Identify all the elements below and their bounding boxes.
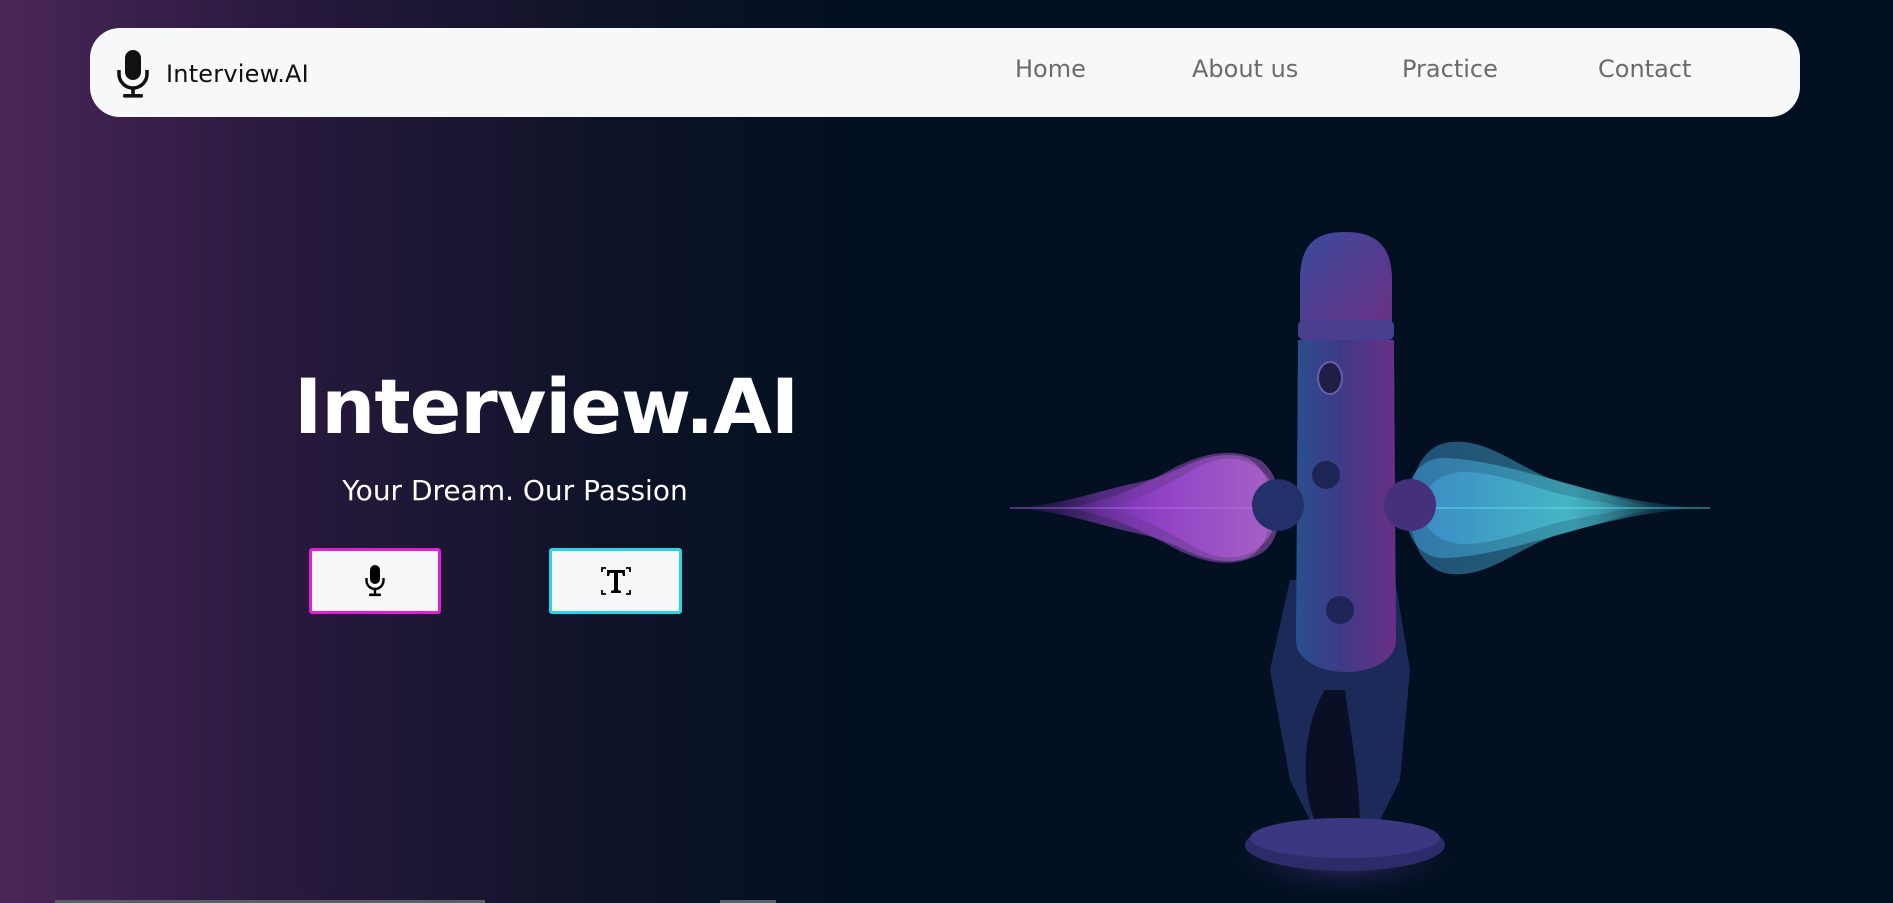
hero-title: Interview.AI bbox=[294, 362, 799, 451]
nav-link-contact[interactable]: Contact bbox=[1598, 55, 1691, 83]
text-interview-button[interactable] bbox=[549, 548, 682, 614]
nav-link-about-us[interactable]: About us bbox=[1192, 55, 1298, 83]
microphone-illustration bbox=[1010, 232, 1710, 900]
voice-interview-button[interactable] bbox=[309, 548, 441, 614]
nav-link-home[interactable]: Home bbox=[1015, 55, 1086, 83]
microphone-icon bbox=[365, 565, 385, 597]
text-t-icon bbox=[600, 567, 631, 595]
nav-links: Home About us Practice Contact bbox=[90, 28, 1800, 117]
hero-subtitle: Your Dream. Our Passion bbox=[342, 474, 688, 507]
navbar: Interview.AI Home About us Practice Cont… bbox=[90, 28, 1800, 117]
nav-link-practice[interactable]: Practice bbox=[1402, 55, 1498, 83]
